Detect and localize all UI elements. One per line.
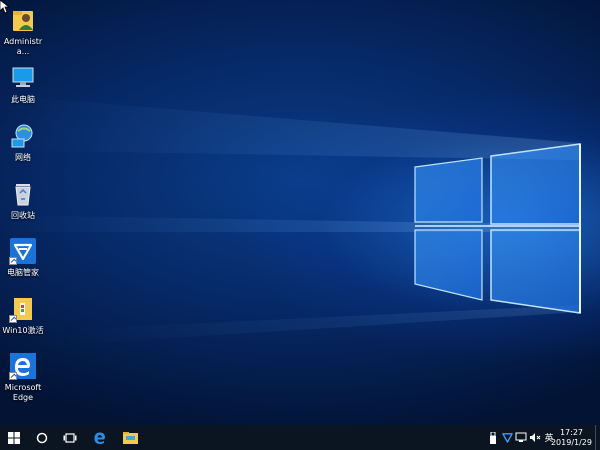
desktop-wallpaper[interactable]: Administra... 此电脑 网络 回收站 电脑管家 Win10激活 Mi… — [0, 0, 600, 425]
pc-manager-shield-icon — [501, 433, 513, 443]
desktop-icon-recycle-bin[interactable]: 回收站 — [2, 180, 44, 221]
desktop-icon-label: Win10激活 — [2, 326, 44, 335]
desktop-icon-this-pc[interactable]: 此电脑 — [2, 64, 44, 105]
usb-device-icon — [490, 431, 496, 444]
desktop-icon-label: 网络 — [15, 153, 31, 162]
task-view-icon — [63, 432, 77, 443]
shortcut-arrow-icon — [9, 372, 17, 380]
shortcut-arrow-icon — [9, 257, 17, 265]
desktop-icon-pc-manager[interactable]: 电脑管家 — [2, 237, 44, 278]
user-folder-icon — [9, 6, 37, 34]
windows-logo-light — [0, 95, 581, 345]
edge-icon — [94, 432, 105, 444]
tray-volume-button[interactable] — [528, 425, 542, 450]
file-explorer-icon — [122, 431, 138, 444]
desktop-icon-label: Microsoft Edge — [4, 383, 42, 402]
tray-usb-button[interactable] — [486, 425, 500, 450]
shortcut-arrow-icon — [9, 315, 17, 323]
network-status-icon — [515, 432, 527, 442]
activation-folder-icon — [9, 295, 37, 323]
edge-icon — [9, 352, 37, 380]
desktop-icon-label: 回收站 — [11, 211, 35, 220]
desktop-icon-label: 电脑管家 — [7, 268, 39, 277]
taskbar-edge-button[interactable] — [86, 425, 114, 450]
desktop-icon-label: 此电脑 — [11, 95, 35, 104]
clock-date: 2019/1/29 — [550, 438, 592, 447]
task-view-button[interactable] — [56, 425, 84, 450]
desktop-icon-label: Administra... — [3, 37, 43, 56]
tray-pc-manager-button[interactable] — [500, 425, 514, 450]
pc-manager-shield-icon — [9, 237, 37, 265]
mouse-cursor-icon — [0, 0, 10, 14]
start-button[interactable] — [0, 425, 28, 450]
desktop-icon-win10-activation[interactable]: Win10激活 — [2, 295, 44, 336]
desktop-icon-network[interactable]: 网络 — [2, 122, 44, 163]
network-icon — [9, 122, 37, 150]
taskbar-clock[interactable]: 17:27 2019/1/29 — [551, 428, 592, 448]
taskbar: 英 17:27 2019/1/29 — [0, 425, 600, 450]
computer-icon — [9, 64, 37, 92]
tray-network-button[interactable] — [514, 425, 528, 450]
clock-time: 17:27 — [559, 428, 584, 437]
cortana-search-button[interactable] — [28, 425, 56, 450]
cortana-search-icon — [36, 432, 48, 443]
show-desktop-button[interactable] — [595, 425, 600, 450]
windows-start-icon — [8, 431, 20, 444]
recycle-bin-icon — [9, 180, 37, 208]
desktop-icon-edge[interactable]: Microsoft Edge — [2, 352, 44, 403]
volume-muted-icon — [530, 433, 541, 442]
taskbar-file-explorer-button[interactable] — [116, 425, 144, 450]
